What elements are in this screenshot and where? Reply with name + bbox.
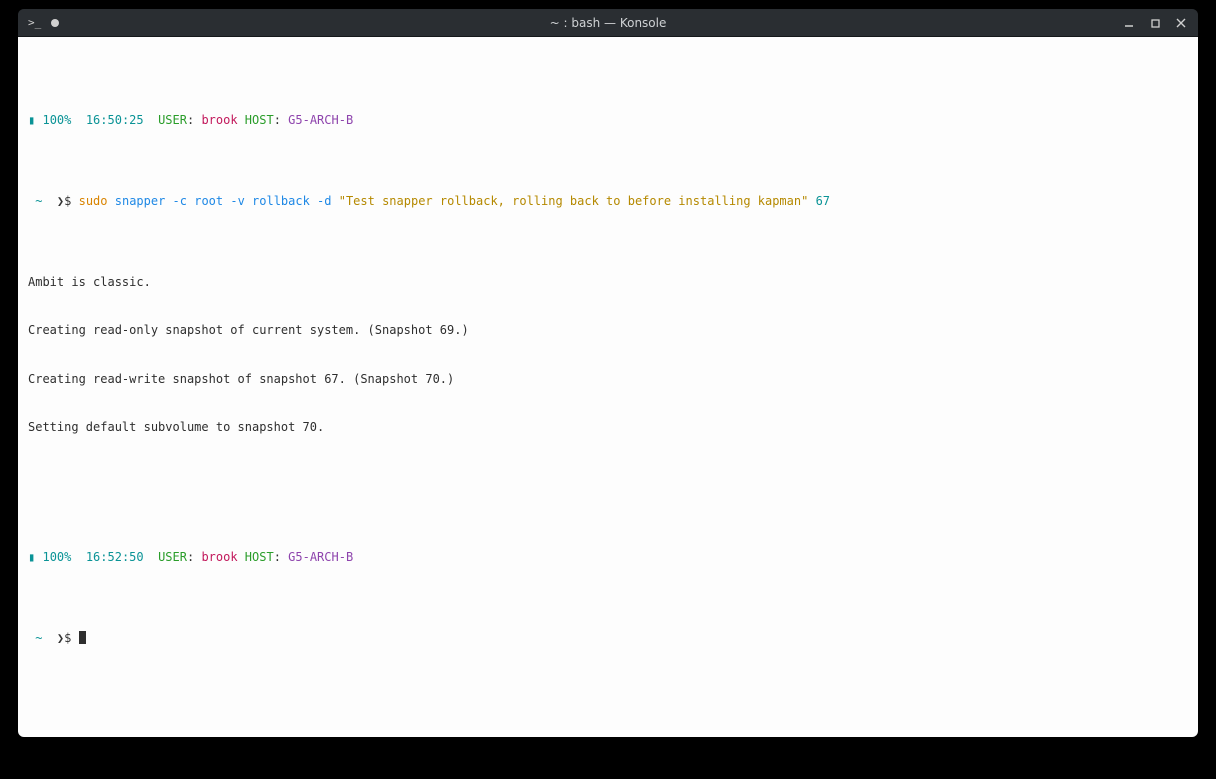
prompt-symbol: ❯$	[57, 194, 71, 208]
user-name: brook	[201, 550, 237, 564]
host-label: HOST	[245, 113, 274, 127]
konsole-window: >_ ~ : bash — Konsole ▮ 100% 16:50:25 US…	[18, 9, 1198, 737]
window-controls	[1118, 9, 1192, 37]
blank-line	[28, 468, 1188, 484]
prompt-status-line: ▮ 100% 16:50:25 USER: brook HOST: G5-ARC…	[28, 112, 1188, 128]
cwd: ~	[35, 194, 42, 208]
battery-icon: ▮	[28, 113, 35, 127]
time: 16:52:50	[86, 550, 144, 564]
terminal-icon: >_	[28, 16, 41, 29]
user-label: USER	[158, 550, 187, 564]
cmd-sudo: sudo	[79, 194, 108, 208]
maximize-icon	[1151, 19, 1160, 28]
cmd-number: 67	[816, 194, 830, 208]
output-line: Creating read-only snapshot of current s…	[28, 322, 1188, 338]
cursor	[79, 631, 86, 644]
user-label: USER	[158, 113, 187, 127]
minimize-button[interactable]	[1118, 12, 1140, 34]
battery-pct: 100%	[42, 550, 71, 564]
minimize-icon	[1124, 18, 1134, 28]
cmd-string: "Test snapper rollback, rolling back to …	[339, 194, 809, 208]
cwd: ~	[35, 631, 42, 645]
command-line: ~ ❯$ sudo snapper -c root -v rollback -d…	[28, 193, 1188, 209]
output-line: Setting default subvolume to snapshot 70…	[28, 419, 1188, 435]
host-name: G5-ARCH-B	[288, 550, 353, 564]
maximize-button[interactable]	[1144, 12, 1166, 34]
output-line: Creating read-write snapshot of snapshot…	[28, 371, 1188, 387]
command-line[interactable]: ~ ❯$	[28, 630, 1188, 646]
prompt-status-line: ▮ 100% 16:52:50 USER: brook HOST: G5-ARC…	[28, 549, 1188, 565]
close-button[interactable]	[1170, 12, 1192, 34]
host-name: G5-ARCH-B	[288, 113, 353, 127]
terminal-viewport[interactable]: ▮ 100% 16:50:25 USER: brook HOST: G5-ARC…	[18, 37, 1198, 737]
titlebar[interactable]: >_ ~ : bash — Konsole	[18, 9, 1198, 37]
cmd-args: snapper -c root -v rollback -d	[115, 194, 332, 208]
window-title: ~ : bash — Konsole	[18, 16, 1198, 30]
tab[interactable]: >_	[18, 16, 59, 29]
battery-icon: ▮	[28, 550, 35, 564]
battery-pct: 100%	[42, 113, 71, 127]
prompt-symbol: ❯$	[57, 631, 71, 645]
tab-activity-dot	[51, 19, 59, 27]
host-label: HOST	[245, 550, 274, 564]
output-line: Ambit is classic.	[28, 274, 1188, 290]
time: 16:50:25	[86, 113, 144, 127]
user-name: brook	[201, 113, 237, 127]
close-icon	[1176, 18, 1186, 28]
